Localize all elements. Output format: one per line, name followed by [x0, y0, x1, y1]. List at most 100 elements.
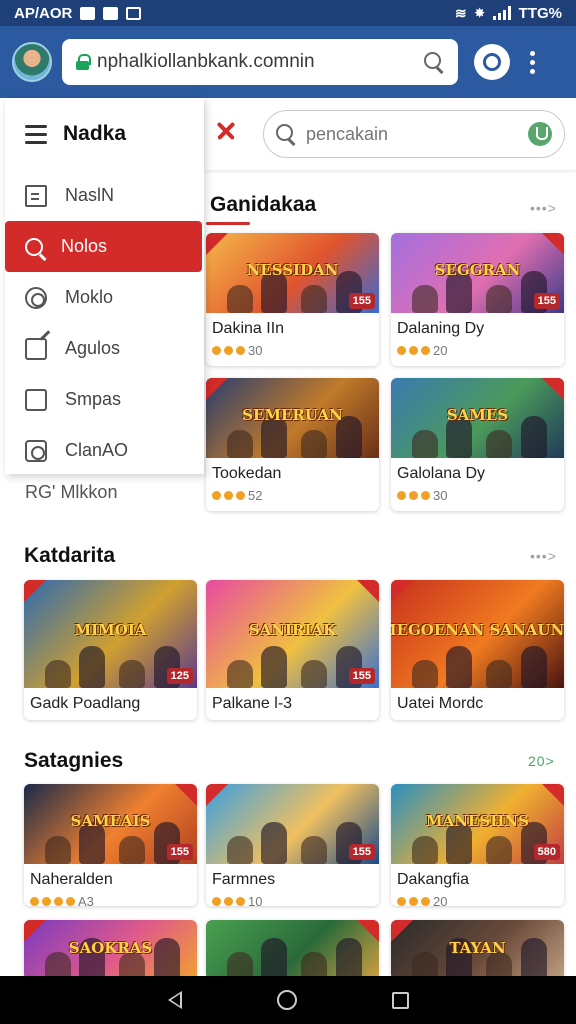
- game-logo-art: SAOKRAS: [68, 938, 153, 957]
- address-bar[interactable]: nphalkiollanbkank.comnin: [62, 39, 458, 85]
- more-link[interactable]: •••>: [530, 200, 557, 216]
- rating-value: 30: [433, 488, 448, 503]
- game-card[interactable]: SAMEAIS 155 Naheralden A3: [24, 784, 197, 906]
- game-title: Dakina IIn: [212, 320, 285, 337]
- game-title: Palkane l-3: [212, 695, 293, 712]
- game-logo-art: SAMEAIS: [70, 811, 151, 830]
- game-card[interactable]: NESSIDAN 155 Dakina IIn 30: [206, 233, 379, 366]
- search-box[interactable]: [263, 110, 565, 158]
- star-icon: [236, 897, 245, 906]
- game-card[interactable]: TAYAN: [391, 920, 564, 980]
- drawer-item-4[interactable]: Agulos: [5, 323, 204, 374]
- drawer-item-6[interactable]: ClanAO: [5, 425, 204, 476]
- drawer-item-2[interactable]: Nolos: [5, 221, 202, 272]
- more-link[interactable]: 20>: [528, 753, 555, 769]
- rating-value: 52: [248, 488, 263, 503]
- drawer-title: Nadka: [63, 122, 127, 145]
- card-badge: 580: [533, 844, 560, 860]
- game-card[interactable]: SEMERUAN Tookedan 52: [206, 378, 379, 511]
- game-card[interactable]: MIMOIA 125 Gadk Poadlang 10: [24, 580, 197, 720]
- game-thumbnail: MEGOENAN SANAUNS: [391, 580, 564, 688]
- drawer-item-label: Nolos: [61, 236, 108, 256]
- shield-icon: [483, 53, 501, 71]
- game-card[interactable]: 155 Farmnes 10: [206, 784, 379, 906]
- drawer-item-label: NaslN: [65, 185, 115, 205]
- section-title: Satagnies: [24, 749, 124, 772]
- rating-value: 20: [433, 894, 448, 906]
- star-icon: [212, 346, 221, 355]
- game-thumbnail: SANIRIAK 155: [206, 580, 379, 688]
- star-icon: [397, 346, 406, 355]
- square-icon: [25, 388, 47, 411]
- rating-value: 0: [248, 718, 255, 720]
- card-badge: 155: [348, 293, 375, 309]
- battery-level: TTG%: [518, 4, 562, 22]
- game-card[interactable]: MANESHNS 580 Dakangfia 20: [391, 784, 564, 906]
- game-logo-art: MEGOENAN SANAUNS: [391, 620, 564, 639]
- game-logo-art: TAYAN: [449, 938, 506, 957]
- target-icon: [25, 286, 47, 309]
- home-icon[interactable]: [276, 990, 297, 1010]
- game-logo-art: SANIRIAK: [248, 620, 337, 639]
- section-underline: [206, 222, 250, 225]
- corner-ribbon: [206, 233, 228, 255]
- game-rating: 20: [397, 894, 447, 906]
- search-input[interactable]: [306, 123, 528, 145]
- browser-toolbar: nphalkiollanbkank.comnin: [0, 26, 576, 98]
- partial-menu-label[interactable]: RG' Mlkkon: [25, 482, 117, 503]
- game-card[interactable]: SEGGRAN 155 Dalaning Dy 20: [391, 233, 564, 366]
- game-thumbnail: SAMEAIS 155: [24, 784, 197, 864]
- card-badge: 155: [166, 844, 193, 860]
- corner-ribbon: [24, 920, 46, 942]
- drawer-item-label: Moklo: [65, 287, 114, 307]
- edit-icon: [25, 337, 47, 360]
- close-icon[interactable]: [215, 120, 237, 142]
- star-icon: [421, 897, 430, 906]
- game-rating: 30: [212, 343, 262, 358]
- star-icon: [397, 897, 406, 906]
- game-card[interactable]: MEGOENAN SANAUNS Uatei Mordc 70: [391, 580, 564, 720]
- status-bar: AP/AOR ≋ ✸ TTG%: [0, 0, 576, 26]
- back-icon[interactable]: [167, 991, 182, 1009]
- navigation-drawer: Nadka NaslN Nolos Moklo Agulos Smpas Cla…: [5, 98, 204, 474]
- star-icon: [30, 897, 39, 906]
- game-card[interactable]: SANIRIAK 155 Palkane l-3 0: [206, 580, 379, 720]
- url-text[interactable]: nphalkiollanbkank.comnin: [97, 51, 424, 73]
- drawer-item-label: Smpas: [65, 389, 122, 409]
- star-icon: [42, 897, 51, 906]
- game-card[interactable]: SAOKRAS: [24, 920, 197, 980]
- search-icon: [276, 124, 296, 144]
- drawer-item-5[interactable]: Smpas: [5, 374, 204, 425]
- search-icon[interactable]: [424, 52, 444, 72]
- mute-icon: ✸: [474, 6, 485, 20]
- avatar[interactable]: [12, 42, 52, 82]
- recent-apps-icon[interactable]: [391, 991, 409, 1009]
- star-icon: [397, 491, 406, 500]
- status-time: AP/AOR: [14, 4, 73, 22]
- star-icon: [224, 491, 233, 500]
- game-rating: 30: [397, 488, 447, 503]
- game-thumbnail: 155: [206, 784, 379, 864]
- more-link[interactable]: •••>: [530, 548, 557, 564]
- game-card[interactable]: [206, 920, 379, 980]
- game-rating: 10: [30, 718, 80, 720]
- drawer-item-1[interactable]: NaslN: [5, 170, 204, 221]
- game-card[interactable]: SAMES Galolana Dy 30: [391, 378, 564, 511]
- star-icon: [212, 491, 221, 500]
- game-title: Galolana Dy: [397, 465, 486, 482]
- game-thumbnail: SEGGRAN 155: [391, 233, 564, 313]
- shield-button[interactable]: [474, 44, 510, 80]
- game-logo-art: NESSIDAN: [246, 260, 339, 279]
- game-rating: 20: [397, 343, 447, 358]
- drawer-item-3[interactable]: Moklo: [5, 272, 204, 323]
- hamburger-menu-icon[interactable]: [25, 124, 47, 144]
- game-logo-art: SEMERUAN: [242, 405, 343, 424]
- drawer-header: Nadka: [5, 98, 204, 170]
- card-badge: 125: [166, 668, 193, 684]
- voice-search-icon[interactable]: [528, 122, 552, 146]
- screen: AP/AOR ≋ ✸ TTG% nphalkiollanbkank.comnin: [0, 0, 576, 1024]
- section-title: Ganidakaa: [210, 193, 317, 216]
- star-icon: [66, 897, 75, 906]
- overflow-menu-button[interactable]: [528, 50, 536, 74]
- star-icon: [224, 346, 233, 355]
